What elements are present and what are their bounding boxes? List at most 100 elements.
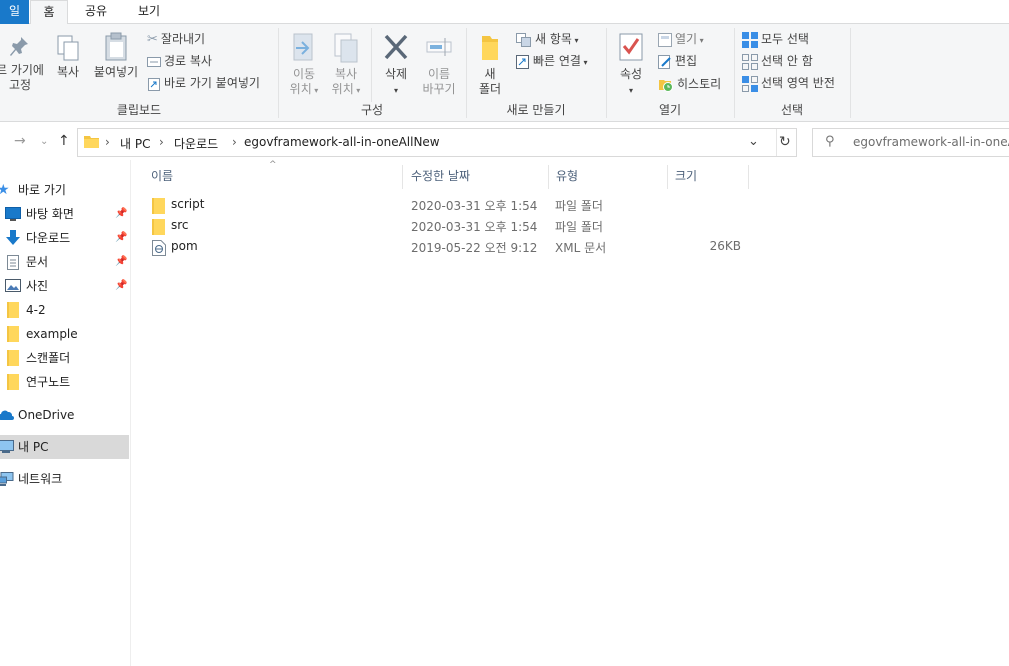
nav-folder-scan[interactable]: 스캔폴더: [0, 346, 129, 370]
tab-view[interactable]: 보기: [128, 0, 170, 24]
new-folder-button[interactable]: 새 폴더: [474, 32, 506, 97]
folder-icon: [7, 350, 19, 366]
file-type: XML 문서: [555, 241, 607, 255]
rename-button[interactable]: 이름 바꾸기: [418, 32, 460, 97]
navigation-pane: ★ 바로 가기 바탕 화면 📌 다운로드 📌 문서 📌 사진 📌 4-2 exa…: [0, 160, 131, 666]
nav-label: 문서: [26, 255, 49, 269]
organize-group-label: 구성: [360, 103, 384, 117]
table-row[interactable]: src 2020-03-31 오후 1:54 파일 폴더: [149, 216, 749, 237]
column-divider[interactable]: [667, 165, 668, 189]
pin-icon[interactable]: 📌: [115, 202, 127, 226]
forward-arrow-icon[interactable]: →: [14, 133, 26, 149]
nav-this-pc[interactable]: 내 PC: [0, 435, 129, 459]
open-group-label: 열기: [658, 103, 682, 117]
paste-shortcut-button[interactable]: 바로 가기 붙여넣기: [147, 74, 260, 92]
copy-path-label: 경로 복사: [164, 54, 212, 68]
select-none-button[interactable]: 선택 안 함: [742, 52, 813, 70]
breadcrumb-separator-icon: ›: [105, 135, 110, 149]
nav-onedrive[interactable]: OneDrive: [0, 403, 129, 427]
properties-button[interactable]: 속성 ▾: [613, 32, 649, 98]
column-header-modified[interactable]: 수정한 날짜: [411, 166, 541, 190]
breadcrumb-downloads[interactable]: 다운로드: [174, 135, 218, 152]
nav-label: 네트워크: [18, 472, 63, 486]
new-item-button[interactable]: 새 항목 ▾: [516, 30, 579, 48]
nav-folder-example[interactable]: example: [0, 322, 129, 346]
tab-file[interactable]: 일: [0, 0, 29, 24]
ribbon-tabs: 일 홈 공유 보기: [0, 0, 1009, 25]
table-row[interactable]: pom 2019-05-22 오전 9:12 XML 문서 26KB: [149, 237, 749, 258]
folder-icon: [84, 136, 99, 148]
pin-icon[interactable]: 📌: [115, 226, 127, 250]
ribbon: 르 가기에 고정 복사 붙여넣기 ✂ 잘라내기 경로 복사 바로 가기 붙여넣기 …: [0, 24, 1009, 122]
pin-quick-access-button[interactable]: 르 가기에 고정: [0, 34, 46, 93]
paste-shortcut-label: 바로 가기 붙여넣기: [164, 76, 260, 90]
refresh-icon[interactable]: ↻: [779, 134, 791, 150]
column-divider[interactable]: [748, 165, 749, 189]
breadcrumb-this-pc[interactable]: 내 PC: [120, 135, 150, 152]
new-item-icon: [516, 32, 531, 47]
invert-selection-button[interactable]: 선택 영역 반전: [742, 74, 835, 92]
copy-path-button[interactable]: 경로 복사: [147, 52, 212, 70]
xml-file-icon: [152, 240, 166, 256]
nav-network[interactable]: 네트워크: [0, 467, 129, 491]
column-header-size[interactable]: 크기: [675, 166, 745, 190]
pin-icon[interactable]: 📌: [115, 274, 127, 298]
open-button[interactable]: 열기 ▾: [658, 30, 704, 48]
nav-downloads[interactable]: 다운로드 📌: [0, 226, 129, 250]
breadcrumb-current-folder[interactable]: egovframework-all-in-oneAllNew: [244, 135, 440, 149]
rename-label-1: 이름: [427, 67, 451, 81]
edit-button[interactable]: 편집: [658, 52, 697, 70]
nav-folder-4-2[interactable]: 4-2: [0, 298, 129, 322]
move-to-button[interactable]: 이동 위치 ▾: [286, 32, 322, 98]
tab-share[interactable]: 공유: [74, 0, 118, 24]
breadcrumb-separator-icon: ›: [159, 135, 164, 149]
cloud-icon: [0, 410, 14, 420]
address-bar[interactable]: › 내 PC › 다운로드 › egovframework-all-in-one…: [77, 128, 797, 157]
file-modified: 2020-03-31 오후 1:54: [411, 199, 538, 213]
select-all-icon: [742, 31, 758, 48]
search-placeholder: egovframework-all-in-oneAllN: [853, 135, 1009, 149]
nav-quick-access[interactable]: ★ 바로 가기: [0, 178, 129, 202]
nav-label: 연구노트: [26, 375, 71, 389]
rename-label-2: 바꾸기: [422, 82, 456, 96]
pin-icon[interactable]: 📌: [115, 250, 127, 274]
easy-access-button[interactable]: 빠른 연결 ▾: [516, 52, 588, 70]
column-header-name[interactable]: 이름: [151, 166, 401, 190]
nav-pictures[interactable]: 사진 📌: [0, 274, 129, 298]
paste-button[interactable]: 붙여넣기: [90, 32, 142, 80]
folder-icon: [152, 219, 165, 235]
separator: [371, 28, 372, 102]
column-divider[interactable]: [548, 165, 549, 189]
desktop-icon: [5, 207, 21, 221]
scissors-icon: ✂: [147, 31, 158, 47]
address-row: → ⌄ ↑ › 내 PC › 다운로드 › egovframework-all-…: [0, 125, 1009, 159]
copy-button[interactable]: 복사: [52, 34, 84, 80]
nav-label: example: [26, 327, 78, 341]
pin-label-2: 고정: [8, 78, 32, 92]
tab-home[interactable]: 홈: [30, 0, 68, 25]
select-group-label: 선택: [780, 103, 804, 117]
new-folder-icon: [482, 36, 498, 60]
recent-locations-chevron-icon[interactable]: ⌄: [40, 136, 48, 147]
invert-selection-label: 선택 영역 반전: [761, 76, 835, 90]
pictures-icon: [5, 279, 21, 292]
edit-icon: [658, 54, 671, 69]
nav-documents[interactable]: 문서 📌: [0, 250, 129, 274]
properties-label: 속성: [619, 67, 643, 81]
column-divider[interactable]: [402, 165, 403, 189]
table-row[interactable]: script 2020-03-31 오후 1:54 파일 폴더: [149, 195, 749, 216]
nav-folder-research[interactable]: 연구노트: [0, 370, 129, 394]
select-all-button[interactable]: 모두 선택: [742, 30, 809, 48]
easy-access-icon: [516, 54, 529, 69]
delete-button[interactable]: 삭제 ▾: [378, 32, 414, 98]
file-name: src: [171, 218, 189, 232]
address-history-chevron-icon[interactable]: ⌄: [748, 134, 759, 149]
cut-label: 잘라내기: [160, 32, 206, 46]
history-button[interactable]: 히스토리: [658, 75, 721, 93]
copy-to-button[interactable]: 복사 위치 ▾: [328, 32, 364, 98]
nav-desktop[interactable]: 바탕 화면 📌: [0, 202, 129, 226]
search-box[interactable]: ⚲ egovframework-all-in-oneAllN: [812, 128, 1009, 157]
up-arrow-icon[interactable]: ↑: [58, 133, 70, 149]
cut-button[interactable]: ✂ 잘라내기: [147, 30, 205, 48]
column-header-type[interactable]: 유형: [556, 166, 656, 190]
